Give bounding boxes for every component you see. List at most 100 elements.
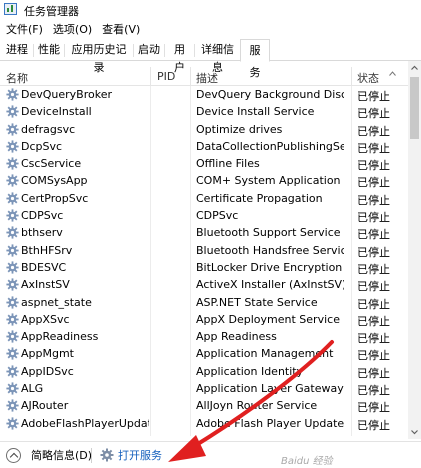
gear-icon <box>100 448 114 462</box>
service-row[interactable]: AJRouter AllJoyn Router Service 已停止 <box>0 397 410 414</box>
service-row[interactable]: bthserv Bluetooth Support Service 已停止 <box>0 224 410 241</box>
tab-performance[interactable]: 性能 <box>34 41 64 61</box>
column-divider[interactable] <box>351 67 352 86</box>
service-description: Application Layer Gateway Se... <box>196 382 344 396</box>
service-name: AppXSvc <box>21 312 70 326</box>
service-row[interactable]: defragsvc Optimize drives 已停止 <box>0 121 410 138</box>
service-description: ASP.NET State Service <box>196 295 318 309</box>
menu-options[interactable]: 选项(O) <box>47 21 96 37</box>
service-status: 已停止 <box>357 90 390 103</box>
service-description: Offline Files <box>196 157 260 171</box>
column-header-description[interactable]: 描述 <box>196 70 218 86</box>
gear-icon <box>6 105 19 118</box>
service-description: Adobe Flash Player Update S... <box>196 416 344 430</box>
tab-processes[interactable]: 进程 <box>2 41 32 61</box>
service-name: DcpSvc <box>21 139 63 153</box>
column-divider[interactable] <box>190 67 191 86</box>
service-name: BthHFSrv <box>21 243 73 257</box>
service-description: Application Management <box>196 347 334 361</box>
gear-icon <box>6 313 19 326</box>
service-description: App Readiness <box>196 330 277 344</box>
menu-bar: 文件(F) 选项(O) 查看(V) <box>0 19 421 39</box>
service-description: AllJoyn Router Service <box>196 399 318 413</box>
service-description: ActiveX Installer (AxInstSV) <box>196 278 344 292</box>
service-status: 已停止 <box>357 228 390 242</box>
fewer-details-label: 简略信息(D) <box>31 449 93 462</box>
service-name: CscService <box>21 157 82 171</box>
gear-icon <box>6 226 19 239</box>
service-row[interactable]: CertPropSvc Certificate Propagation 已停止 <box>0 190 410 207</box>
service-status: 已停止 <box>357 332 390 346</box>
scrollbar-thumb[interactable] <box>410 77 419 139</box>
service-row[interactable]: CscService Offline Files 已停止 <box>0 155 410 172</box>
gear-icon <box>6 244 19 257</box>
column-header-name[interactable]: 名称 <box>6 70 28 86</box>
gear-icon <box>6 295 19 309</box>
window-title: 任务管理器 <box>24 5 79 18</box>
menu-view[interactable]: 查看(V) <box>96 21 144 37</box>
tab-bar: 进程 性能 应用历史记录 启动 用户 详细信息 服务 <box>0 39 421 79</box>
service-row[interactable]: DeviceInstall Device Install Service 已停止 <box>0 103 410 120</box>
scroll-down-arrow-icon[interactable] <box>408 425 421 439</box>
service-row[interactable]: aspnet_state ASP.NET State Service 已停止 <box>0 294 410 311</box>
column-header-status[interactable]: 状态 <box>357 70 379 86</box>
open-services-link[interactable]: 打开服务 <box>100 447 162 463</box>
tab-startup[interactable]: 启动 <box>134 41 164 61</box>
service-description: Application Identity <box>196 364 304 378</box>
menu-file[interactable]: 文件(F) <box>0 21 47 37</box>
service-status: 已停止 <box>357 366 390 380</box>
tab-app-history[interactable]: 应用历史记录 <box>65 41 133 74</box>
service-name: AppIDSvc <box>21 364 74 378</box>
service-row[interactable]: AppIDSvc Application Identity 已停止 <box>0 363 410 380</box>
service-row[interactable]: COMSysApp COM+ System Application 已停止 <box>0 172 410 189</box>
watermark: Baidu 经验 <box>281 456 333 467</box>
scroll-up-arrow-icon[interactable] <box>408 61 421 75</box>
service-row[interactable]: ALG Application Layer Gateway Se... 已停止 <box>0 380 410 397</box>
service-description: Certificate Propagation <box>196 191 323 205</box>
column-header-row: 名称 PID 描述 状态 <box>0 67 410 86</box>
service-status: 已停止 <box>357 211 390 225</box>
service-status: 已停止 <box>357 141 390 155</box>
tab-details[interactable]: 详细信息 <box>195 41 240 74</box>
gear-icon <box>6 140 19 153</box>
service-name: DeviceInstall <box>21 105 92 119</box>
services-list: DevQueryBroker DevQuery Background Disco.… <box>0 86 410 432</box>
service-name: AppMgmt <box>21 347 74 361</box>
vertical-scrollbar[interactable] <box>408 61 421 439</box>
service-status: 已停止 <box>357 418 390 432</box>
service-row[interactable]: DevQueryBroker DevQuery Background Disco.… <box>0 86 410 103</box>
tab-users[interactable]: 用户 <box>165 41 194 74</box>
gear-icon <box>6 278 19 291</box>
column-header-pid[interactable]: PID <box>157 70 175 83</box>
service-row[interactable]: AppMgmt Application Management 已停止 <box>0 345 410 362</box>
open-services-label: 打开服务 <box>118 449 162 462</box>
service-description: DataCollectionPublishingServi... <box>196 139 344 153</box>
tab-services[interactable]: 服务 <box>240 39 270 79</box>
service-row[interactable]: AppReadiness App Readiness 已停止 <box>0 328 410 345</box>
gear-icon <box>6 88 19 101</box>
service-name: AppReadiness <box>21 330 99 344</box>
gear-icon <box>6 261 19 274</box>
fewer-details-button[interactable]: 简略信息(D) <box>6 447 92 463</box>
service-row[interactable]: AxInstSV ActiveX Installer (AxInstSV) 已停止 <box>0 276 410 293</box>
service-name: aspnet_state <box>21 295 92 309</box>
gear-icon <box>6 122 19 136</box>
gear-icon <box>6 174 19 188</box>
service-description: Device Install Service <box>196 105 315 119</box>
service-name: defragsvc <box>21 122 76 136</box>
service-status: 已停止 <box>357 384 390 398</box>
service-name: CertPropSvc <box>21 191 89 205</box>
service-description: DevQuery Background Disco... <box>196 88 344 101</box>
service-row[interactable]: BDESVC BitLocker Drive Encryption Se... 已停… <box>0 259 410 276</box>
service-name: AdobeFlashPlayerUpdat... <box>21 416 149 430</box>
service-row[interactable]: AdobeFlashPlayerUpdat... Adobe Flash Play… <box>0 415 410 432</box>
column-divider[interactable] <box>150 67 151 86</box>
service-row[interactable]: DcpSvc DataCollectionPublishingServi... 已停… <box>0 138 410 155</box>
service-name: AxInstSV <box>21 278 70 292</box>
service-status: 已停止 <box>357 297 390 311</box>
service-row[interactable]: AppXSvc AppX Deployment Service (Ap... 已停止 <box>0 311 410 328</box>
service-description: Bluetooth Support Service <box>196 226 341 240</box>
service-row[interactable]: BthHFSrv Bluetooth Handsfree Service 已停止 <box>0 242 410 259</box>
service-row[interactable]: CDPSvc CDPSvc 已停止 <box>0 207 410 224</box>
service-description: AppX Deployment Service (Ap... <box>196 312 344 326</box>
